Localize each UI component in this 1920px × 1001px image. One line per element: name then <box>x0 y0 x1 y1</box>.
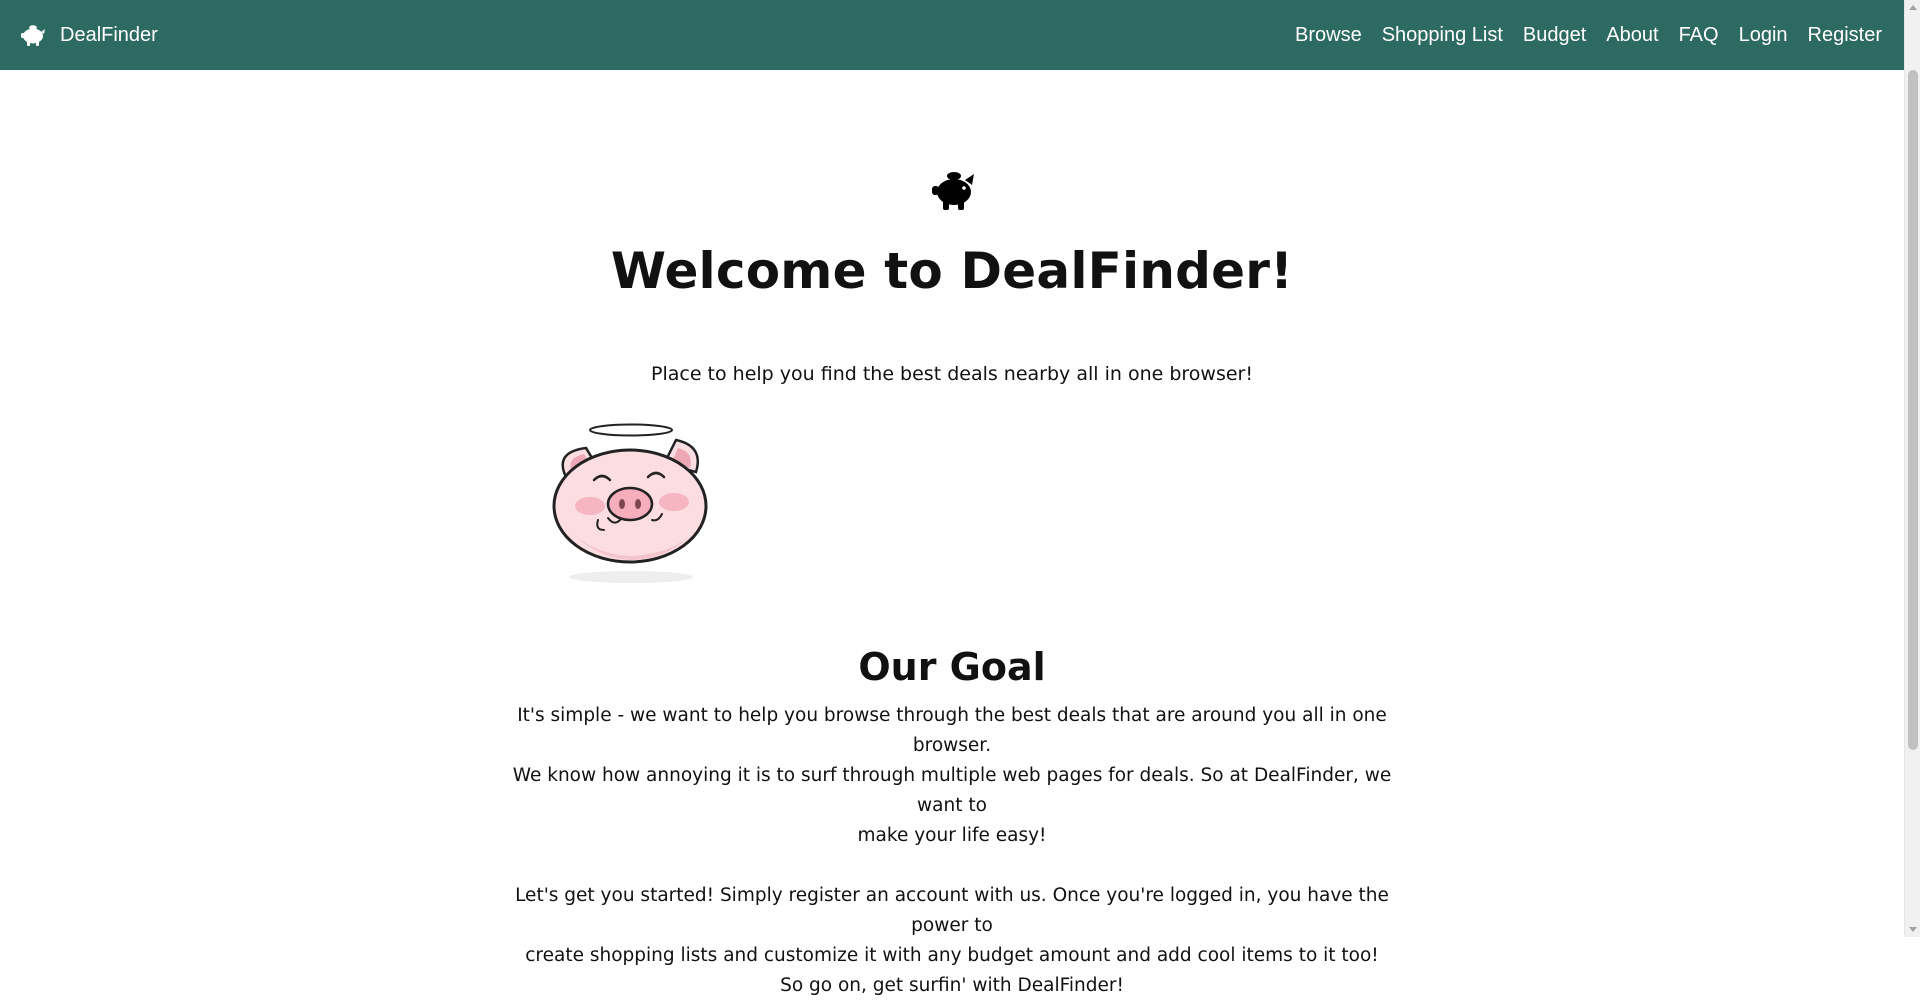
nav-about[interactable]: About <box>1606 24 1658 47</box>
goal-line: create shopping lists and customize it w… <box>525 945 1379 966</box>
scroll-down-arrow-icon[interactable] <box>1909 927 1917 932</box>
tagline: Place to help you find the best deals ne… <box>651 363 1253 385</box>
goal-line: We know how annoying it is to surf throu… <box>512 765 1392 816</box>
piggy-bank-icon <box>930 168 978 216</box>
goal-heading: Our Goal <box>858 645 1046 689</box>
nav-browse[interactable]: Browse <box>1295 24 1362 47</box>
brand-link[interactable]: DealFinder <box>20 24 158 47</box>
brand-name: DealFinder <box>60 23 158 46</box>
goal-line: So go on, get surfin' with DealFinder! <box>780 975 1124 996</box>
nav-login[interactable]: Login <box>1739 24 1788 47</box>
nav-register[interactable]: Register <box>1808 24 1882 47</box>
scrollbar-thumb[interactable] <box>1908 70 1918 750</box>
angel-pig-illustration <box>548 422 718 596</box>
nav-shopping-list[interactable]: Shopping List <box>1382 24 1503 47</box>
goal-line: make your life easy! <box>857 825 1047 846</box>
goal-line: Let's get you started! Simply register a… <box>515 885 1389 936</box>
page-title: Welcome to DealFinder! <box>610 242 1294 300</box>
goal-description: It's simple - we want to help you browse… <box>497 701 1407 1001</box>
piggy-bank-icon <box>20 24 46 46</box>
goal-line: It's simple - we want to help you browse… <box>517 705 1387 756</box>
nav-links: Browse Shopping List Budget About FAQ Lo… <box>1295 24 1882 47</box>
nav-faq[interactable]: FAQ <box>1679 24 1719 47</box>
scroll-up-arrow-icon[interactable] <box>1909 5 1917 10</box>
nav-budget[interactable]: Budget <box>1523 24 1586 47</box>
vertical-scrollbar[interactable] <box>1904 0 1920 937</box>
top-navbar: DealFinder Browse Shopping List Budget A… <box>0 0 1904 70</box>
